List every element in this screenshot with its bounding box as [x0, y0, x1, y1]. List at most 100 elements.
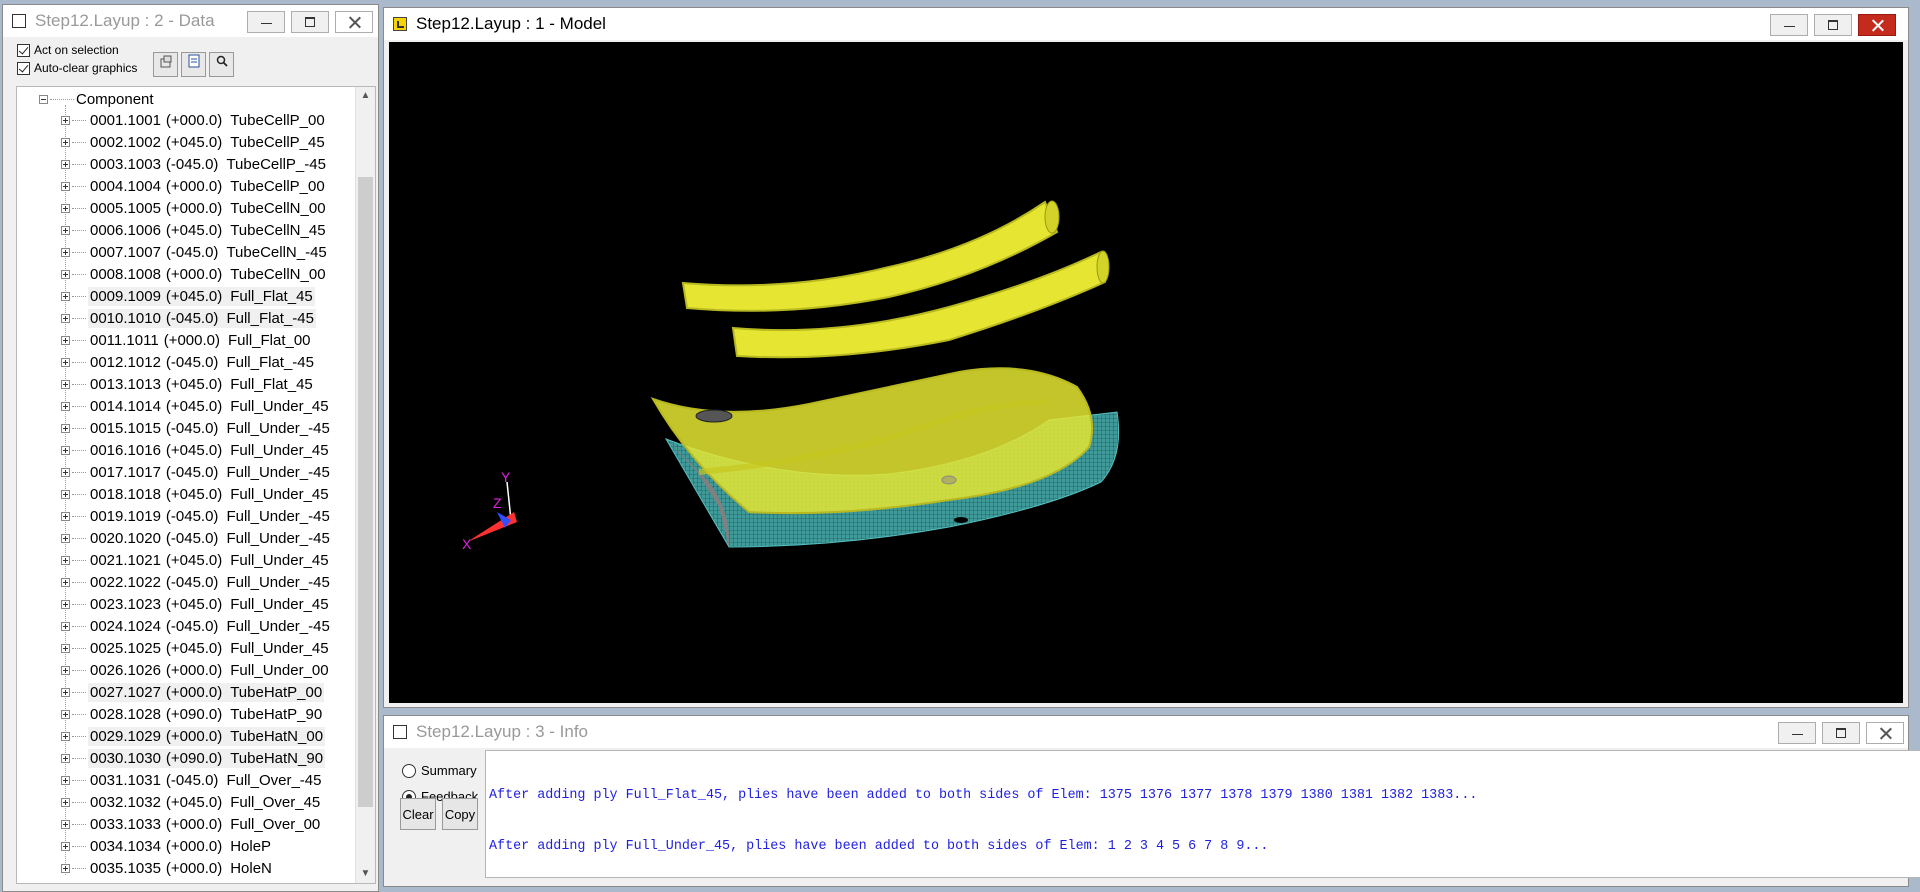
expand-icon[interactable] [61, 247, 70, 257]
expand-icon[interactable] [61, 621, 70, 631]
expand-icon[interactable] [61, 379, 70, 389]
close-button[interactable] [1858, 14, 1896, 36]
expand-icon[interactable] [61, 863, 70, 873]
maximize-button[interactable] [1822, 722, 1860, 744]
tree-item[interactable]: 0029.1029 (+000.0) TubeHatN_00 [17, 725, 357, 747]
component-tree[interactable]: Component 0001.1001 (+000.0) TubeCellP_00 0… [16, 86, 376, 884]
expand-icon[interactable] [61, 511, 70, 521]
tree-item[interactable]: 0030.1030 (+090.0) TubeHatN_90 [17, 747, 357, 769]
expand-icon[interactable] [61, 599, 70, 609]
expand-icon[interactable] [61, 423, 70, 433]
expand-icon[interactable] [61, 731, 70, 741]
expand-icon[interactable] [61, 665, 70, 675]
list-icon[interactable] [181, 52, 206, 77]
tree-item[interactable]: 0011.1011 (+000.0) Full_Flat_00 [17, 329, 357, 351]
expand-icon[interactable] [61, 291, 70, 301]
tree-item[interactable]: 0026.1026 (+000.0) Full_Under_00 [17, 659, 357, 681]
tree-root[interactable]: Component [39, 89, 154, 109]
expand-icon[interactable] [61, 797, 70, 807]
tree-item[interactable]: 0022.1022 (-045.0) Full_Under_-45 [17, 571, 357, 593]
expand-icon[interactable] [61, 115, 70, 125]
tree-item[interactable]: 0031.1031 (-045.0) Full_Over_-45 [17, 769, 357, 791]
tree-item[interactable]: 0034.1034 (+000.0) HoleP [17, 835, 357, 857]
expand-icon[interactable] [61, 225, 70, 235]
tree-item[interactable]: 0003.1003 (-045.0) TubeCellP_-45 [17, 153, 357, 175]
tree-item[interactable]: 0027.1027 (+000.0) TubeHatP_00 [17, 681, 357, 703]
tree-item[interactable]: 0023.1023 (+045.0) Full_Under_45 [17, 593, 357, 615]
tree-item[interactable]: 0006.1006 (+045.0) TubeCellN_45 [17, 219, 357, 241]
summary-option[interactable]: Summary [402, 763, 477, 778]
scroll-thumb[interactable] [358, 177, 373, 807]
expand-icon[interactable] [61, 687, 70, 697]
act-on-selection-checkbox[interactable] [17, 43, 30, 57]
maximize-button[interactable] [1814, 14, 1852, 36]
minimize-button[interactable] [1770, 14, 1808, 36]
expand-icon[interactable] [61, 159, 70, 169]
expand-icon[interactable] [61, 555, 70, 565]
tree-item[interactable]: 0025.1025 (+045.0) Full_Under_45 [17, 637, 357, 659]
tree-item[interactable]: 0019.1019 (-045.0) Full_Under_-45 [17, 505, 357, 527]
search-icon[interactable] [209, 52, 234, 77]
tree-item[interactable]: 0016.1016 (+045.0) Full_Under_45 [17, 439, 357, 461]
tree-item[interactable]: 0033.1033 (+000.0) Full_Over_00 [17, 813, 357, 835]
expand-icon[interactable] [61, 819, 70, 829]
tree-item[interactable]: 0004.1004 (+000.0) TubeCellP_00 [17, 175, 357, 197]
tree-item[interactable]: 0001.1001 (+000.0) TubeCellP_00 [17, 109, 357, 131]
tree-item[interactable]: 0013.1013 (+045.0) Full_Flat_45 [17, 373, 357, 395]
expand-icon[interactable] [61, 841, 70, 851]
expand-icon[interactable] [61, 643, 70, 653]
clear-button[interactable]: Clear [400, 798, 436, 830]
expand-icon[interactable] [61, 577, 70, 587]
tree-item[interactable]: 0017.1017 (-045.0) Full_Under_-45 [17, 461, 357, 483]
tree-item[interactable]: 0028.1028 (+090.0) TubeHatP_90 [17, 703, 357, 725]
tree-item[interactable]: 0032.1032 (+045.0) Full_Over_45 [17, 791, 357, 813]
expand-icon[interactable] [61, 533, 70, 543]
expand-icon[interactable] [61, 709, 70, 719]
tree-item[interactable]: 0007.1007 (-045.0) TubeCellN_-45 [17, 241, 357, 263]
close-button[interactable] [1866, 722, 1904, 744]
tree-item[interactable]: 0012.1012 (-045.0) Full_Flat_-45 [17, 351, 357, 373]
tree-item[interactable]: 0002.1002 (+045.0) TubeCellP_45 [17, 131, 357, 153]
expand-icon[interactable] [61, 335, 70, 345]
expand-icon[interactable] [61, 467, 70, 477]
expand-icon[interactable] [61, 137, 70, 147]
auto-clear-graphics-checkbox[interactable] [17, 61, 30, 75]
minimize-button[interactable] [1778, 722, 1816, 744]
info-window-titlebar[interactable]: Step12.Layup : 3 - Info [384, 716, 1908, 748]
expand-icon[interactable] [61, 445, 70, 455]
data-window-titlebar[interactable]: Step12.Layup : 2 - Data [3, 5, 378, 37]
feedback-log[interactable]: After adding ply Full_Flat_45, plies hav… [485, 750, 1920, 878]
tree-item[interactable]: 0024.1024 (-045.0) Full_Under_-45 [17, 615, 357, 637]
collapse-icon[interactable] [39, 94, 48, 104]
tree-item[interactable]: 0010.1010 (-045.0) Full_Flat_-45 [17, 307, 357, 329]
expand-icon[interactable] [61, 489, 70, 499]
tree-item[interactable]: 0020.1020 (-045.0) Full_Under_-45 [17, 527, 357, 549]
tree-item[interactable]: 0005.1005 (+000.0) TubeCellN_00 [17, 197, 357, 219]
tree-item[interactable]: 0021.1021 (+045.0) Full_Under_45 [17, 549, 357, 571]
tree-scrollbar[interactable]: ▲ ▼ [355, 87, 375, 883]
copy-button[interactable]: Copy [442, 798, 478, 830]
tree-item[interactable]: 0008.1008 (+000.0) TubeCellN_00 [17, 263, 357, 285]
maximize-button[interactable] [291, 11, 329, 33]
tree-item[interactable]: 0009.1009 (+045.0) Full_Flat_45 [17, 285, 357, 307]
expand-icon[interactable] [61, 313, 70, 323]
expand-icon[interactable] [61, 203, 70, 213]
tree-item[interactable]: 0018.1018 (+045.0) Full_Under_45 [17, 483, 357, 505]
summary-radio[interactable] [402, 763, 416, 778]
tree-item[interactable]: 0014.1014 (+045.0) Full_Under_45 [17, 395, 357, 417]
scroll-down-icon[interactable]: ▼ [356, 865, 375, 883]
scroll-up-icon[interactable]: ▲ [356, 87, 375, 105]
tree-item[interactable]: 0035.1035 (+000.0) HoleN [17, 857, 357, 879]
model-window-titlebar[interactable]: Step12.Layup : 1 - Model [384, 8, 1908, 40]
auto-clear-graphics-option[interactable]: Auto-clear graphics [17, 61, 137, 75]
expand-icon[interactable] [61, 269, 70, 279]
expand-icon[interactable] [61, 181, 70, 191]
properties-icon[interactable] [153, 52, 178, 77]
model-viewport[interactable]: Y Z X [389, 42, 1903, 703]
minimize-button[interactable] [247, 11, 285, 33]
close-button[interactable] [335, 11, 373, 33]
tree-item[interactable]: 0015.1015 (-045.0) Full_Under_-45 [17, 417, 357, 439]
act-on-selection-option[interactable]: Act on selection [17, 43, 119, 57]
expand-icon[interactable] [61, 401, 70, 411]
expand-icon[interactable] [61, 753, 70, 763]
